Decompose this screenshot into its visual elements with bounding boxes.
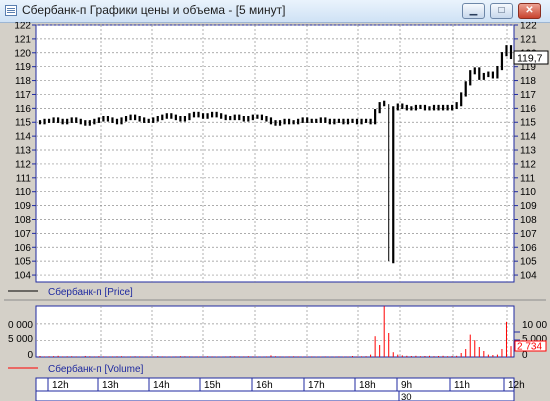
price-volume-chart[interactable]: 104 105 106 107 108 109 110 111 112 113 114 115 116 1… [0,22,550,401]
title-bar[interactable]: Сбербанк-п Графики цены и объема - [5 ми… [0,0,550,23]
price-tick-label: 106 [520,243,537,254]
price-tick-label: 116 [520,104,536,115]
window-icon[interactable] [5,5,17,16]
price-tick-label: 109 [520,201,537,212]
volume-left-tick: 0 000 [8,320,33,331]
price-tick-label: 117 [520,90,536,101]
price-tick-label: 105 [14,257,31,268]
time-label: 17h [308,380,325,391]
price-tick-label: 113 [15,146,31,157]
price-tick-label: 107 [520,229,537,240]
price-tick-label: 104 [14,271,31,282]
price-tick-label: 109 [14,201,31,212]
price-tick-label: 115 [520,118,536,129]
price-plot-area[interactable] [35,24,515,283]
volume-legend: Сбербанк-п [Volume] [48,363,144,375]
chart-window: Сбербанк-п Графики цены и объема - [5 ми… [0,0,550,401]
price-tick-label: 108 [520,215,537,226]
price-tick-label: 119 [15,62,31,73]
price-tick-label: 112 [520,159,536,170]
price-tick-label: 114 [520,132,536,143]
price-tick-label: 113 [520,146,536,157]
price-tick-label: 107 [14,229,31,240]
price-tick-label: 110 [15,187,31,198]
last-price-label: 119,7 [517,53,543,65]
price-tick-label: 121 [520,34,537,45]
time-label: 15h [204,380,221,391]
time-label: 13h [102,380,119,391]
price-tick-label: 111 [16,173,32,184]
price-tick-label: 110 [520,187,536,198]
price-tick-label: 108 [14,215,31,226]
volume-left-tick: 5 000 [8,334,33,345]
time-label: 12h [52,380,69,391]
price-tick-label: 118 [520,76,536,87]
close-button[interactable]: ✕ [518,3,541,19]
window-title: Сбербанк-п Графики цены и объема - [5 ми… [22,3,286,17]
volume-left-tick: 0 [27,350,33,361]
price-axis-left: 104 105 106 107 108 109 110 111 112 113 114 115 116 1… [14,22,36,282]
price-tick-label: 114 [15,132,31,143]
maximize-button[interactable]: □ [490,3,513,19]
price-tick-label: 118 [15,76,31,87]
volume-plot-area[interactable] [35,305,515,358]
price-tick-label: 106 [14,243,31,254]
time-label: 9h [401,380,412,391]
price-tick-label: 104 [520,271,537,282]
price-tick-label: 117 [15,90,31,101]
price-tick-label: 112 [15,159,31,170]
time-label: 18h [359,380,376,391]
minimize-button[interactable]: ▁ [462,3,485,19]
time-label: 14h [153,380,170,391]
time-label: 12h [508,380,525,391]
price-tick-label: 105 [520,257,537,268]
price-tick-label: 122 [14,22,31,32]
price-tick-label: 116 [15,104,31,115]
date-label: 30 [401,392,412,401]
price-tick-label: 122 [520,22,537,32]
volume-right-tick: 10 00 [522,320,547,331]
price-tick-label: 121 [14,34,31,45]
price-tick-label: 120 [14,48,31,59]
price-tick-label: 115 [15,118,31,129]
time-label: 16h [256,380,273,391]
price-legend: Сбербанк-п [Price] [48,286,133,298]
last-volume-label: 2 734 [517,342,542,353]
time-label: 11h [454,380,470,391]
price-tick-label: 111 [520,173,536,184]
